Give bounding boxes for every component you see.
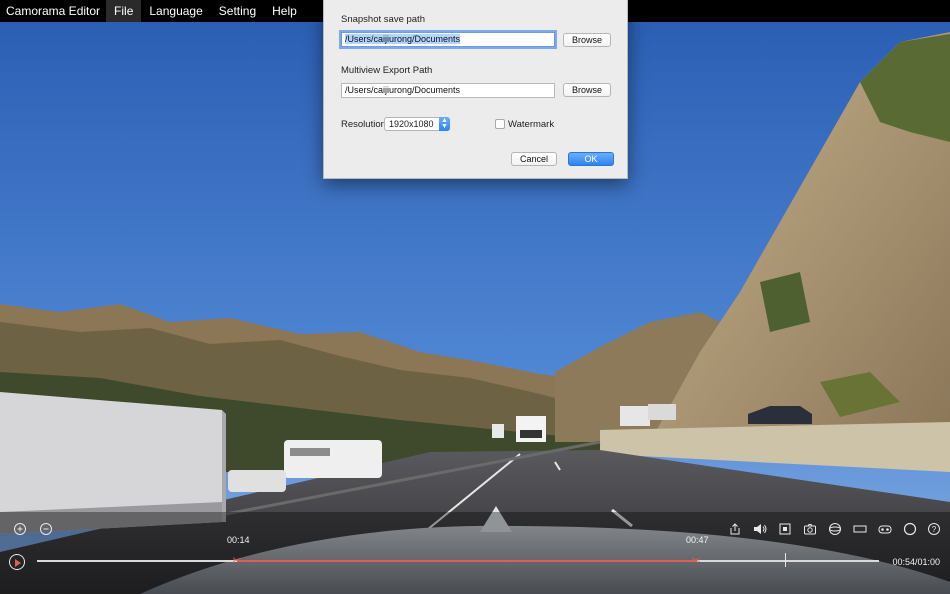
zoom-out-icon[interactable] bbox=[39, 522, 53, 536]
duration-readout: 00:54/01:00 bbox=[892, 557, 940, 567]
resolution-label: Resolution bbox=[341, 119, 386, 130]
square-view-icon[interactable] bbox=[778, 522, 792, 536]
camera-icon[interactable] bbox=[803, 522, 817, 536]
vr-icon[interactable] bbox=[878, 522, 892, 536]
multiview-path-value: /Users/caijiurong/Documents bbox=[345, 85, 461, 95]
clip-start-marker[interactable]: ✂ bbox=[232, 554, 242, 568]
snapshot-path-label: Snapshot save path bbox=[341, 14, 425, 25]
panorama-icon[interactable] bbox=[853, 522, 867, 536]
clip-start-time: 00:14 bbox=[227, 535, 250, 545]
play-button[interactable] bbox=[9, 554, 25, 570]
clip-end-time: 00:47 bbox=[686, 535, 709, 545]
menu-file[interactable]: File bbox=[106, 0, 142, 22]
volume-icon[interactable] bbox=[753, 522, 767, 536]
clip-end-marker[interactable]: ✂ bbox=[691, 554, 701, 568]
zoom-in-icon[interactable] bbox=[13, 522, 27, 536]
snapshot-path-input[interactable]: /Users/caijiurong/Documents bbox=[341, 32, 555, 47]
select-stepper-icon: ▲ ▼ bbox=[439, 117, 450, 131]
multiview-browse-button[interactable]: Browse bbox=[563, 83, 611, 97]
help-icon[interactable]: ? bbox=[927, 522, 941, 536]
circle-icon[interactable] bbox=[903, 522, 917, 536]
svg-text:?: ? bbox=[932, 525, 937, 534]
sphere-icon[interactable] bbox=[828, 522, 842, 536]
resolution-value: 1920x1080 bbox=[389, 119, 434, 129]
multiview-path-label: Multiview Export Path bbox=[341, 65, 433, 76]
menu-language[interactable]: Language bbox=[141, 0, 210, 22]
snapshot-path-value: /Users/caijiurong/Documents bbox=[345, 34, 461, 44]
settings-dialog: Snapshot save path /Users/caijiurong/Doc… bbox=[323, 0, 628, 179]
menu-help[interactable]: Help bbox=[264, 0, 305, 22]
menu-setting[interactable]: Setting bbox=[211, 0, 264, 22]
export-icon[interactable] bbox=[728, 522, 742, 536]
watermark-checkbox[interactable] bbox=[495, 119, 505, 129]
ok-button[interactable]: OK bbox=[568, 152, 614, 166]
cancel-button[interactable]: Cancel bbox=[511, 152, 557, 166]
multiview-path-input[interactable]: /Users/caijiurong/Documents bbox=[341, 83, 555, 98]
resolution-select[interactable]: 1920x1080 ▲ ▼ bbox=[384, 117, 450, 131]
selected-range bbox=[237, 560, 697, 562]
watermark-label: Watermark bbox=[508, 119, 555, 130]
snapshot-browse-button[interactable]: Browse bbox=[563, 33, 611, 47]
app-name: Camorama Editor bbox=[6, 4, 101, 18]
timeline-track[interactable] bbox=[37, 560, 879, 562]
playhead[interactable] bbox=[785, 553, 786, 567]
